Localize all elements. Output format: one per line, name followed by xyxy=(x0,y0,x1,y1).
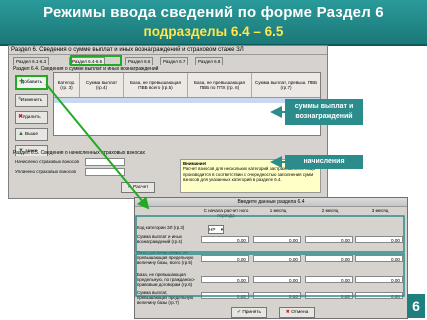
slide-subtitle: подразделы 6.4 – 6.5 xyxy=(143,24,284,39)
column-header-month-1: 1 месяц xyxy=(269,208,287,213)
column-header-base-total: База, не превышающая ПВБ всего (гр.5) xyxy=(124,73,188,97)
category-label: Код категории ЗЛ (гр.3) xyxy=(137,225,185,230)
edit-icon: ✎ xyxy=(18,97,24,103)
slide-title-band: Режимы ввода сведений по форме Раздел 6 … xyxy=(0,0,427,46)
row-label: База, не превышающая предельную, по граж… xyxy=(137,272,196,287)
value-field[interactable]: 0.00 xyxy=(201,255,249,262)
contributions-panel: Начислено страховых взносов Уплачено стр… xyxy=(15,156,155,184)
table-row[interactable] xyxy=(54,98,320,103)
check-icon: ✔ xyxy=(127,185,132,190)
column-header-period-start: С начала расчет ного периода xyxy=(203,208,249,218)
row-label: База для начисления, не превышающая пред… xyxy=(137,250,194,265)
accept-button[interactable]: ✔ Принять xyxy=(231,307,267,318)
row-label: Сумма выплат и иных вознаграждений (гр.4… xyxy=(137,234,183,244)
active-tab-highlight xyxy=(70,55,122,66)
table-header: Категор. (гр. 3) Сумма выплат (гр.4) Баз… xyxy=(54,73,320,98)
accept-button-label: Принять xyxy=(242,310,262,315)
table-row: База, не превышающая предельную, по граж… xyxy=(137,272,405,288)
column-header-category: Категор. (гр. 3) xyxy=(54,73,80,97)
paid-label: Уплачено страховых взносов xyxy=(15,169,76,174)
accrual-callout: начисления xyxy=(285,155,363,169)
column-header-base-gph: База, не превышающая ПВБ по ГПХ (гр. 6) xyxy=(188,73,252,97)
delete-button-label: Удалить xyxy=(22,115,41,120)
value-field[interactable]: 0.00 xyxy=(305,255,353,262)
value-field[interactable]: 0.00 xyxy=(201,236,249,243)
move-up-button[interactable]: ▲ Выше xyxy=(15,128,48,141)
add-button[interactable]: ✚ Добавить xyxy=(15,75,48,90)
value-field[interactable]: 0.00 xyxy=(201,276,249,283)
dialog-title: Введите данные раздела 6.4 xyxy=(135,198,407,207)
accrued-label: Начислено страховых взносов xyxy=(15,159,79,164)
tab-6-1-6-3[interactable]: Раздел 6.1-6.3 xyxy=(13,57,50,65)
value-field[interactable]: 0.00 xyxy=(355,236,403,243)
move-up-button-label: Выше xyxy=(24,132,39,137)
window-title: Раздел 6. Сведения о сумме выплат и иных… xyxy=(9,46,327,55)
tab-6-7[interactable]: Раздел 6.7 xyxy=(160,57,189,65)
close-icon: ✖ xyxy=(285,310,290,315)
accrued-input[interactable] xyxy=(85,158,125,166)
value-field[interactable]: 0.00 xyxy=(355,276,403,283)
calculate-button-label: Расчет xyxy=(133,185,149,190)
check-icon: ✔ xyxy=(236,310,241,315)
side-button-panel: ✚ Добавить ✎ Изменить ✖ Удалить ▲ Выше ▼ Ниже xyxy=(15,75,48,162)
edit-button[interactable]: ✎ Изменить xyxy=(15,94,48,107)
column-header-month-3: 3 месяц xyxy=(371,208,389,213)
delete-icon: ✖ xyxy=(18,114,24,120)
value-field[interactable]: 0.00 xyxy=(305,276,353,283)
paid-input[interactable] xyxy=(85,168,125,176)
plus-icon: ✚ xyxy=(19,79,25,85)
cancel-button-label: Отмена xyxy=(291,310,309,315)
calculate-button[interactable]: ✔ Расчет xyxy=(121,182,155,193)
category-value: НР xyxy=(209,227,216,232)
arrow-up-icon: ▲ xyxy=(18,131,24,137)
payments-callout: суммы выплат и вознаграждений xyxy=(285,99,363,125)
category-row: Код категории ЗЛ (гр.3) xyxy=(137,225,405,233)
column-header-month-2: 2 месяц xyxy=(321,208,339,213)
table-row: База для начисления, не превышающая пред… xyxy=(137,250,405,270)
tab-6-6[interactable]: Раздел 6.6 xyxy=(125,57,154,65)
table-row: Сумма выплат, превышающих предельную вел… xyxy=(137,290,405,305)
value-field[interactable]: 0.00 xyxy=(201,292,249,299)
table-row: Сумма выплат и иных вознаграждений (гр.4… xyxy=(137,234,405,248)
section6-window: Раздел 6. Сведения о сумме выплат и иных… xyxy=(8,45,328,199)
slide-number: 6 xyxy=(407,294,425,318)
payments-table[interactable]: Категор. (гр. 3) Сумма выплат (гр.4) Баз… xyxy=(53,72,321,136)
add-button-label: Добавить xyxy=(20,80,43,85)
value-field[interactable]: 0.00 xyxy=(253,292,301,299)
value-field[interactable]: 0.00 xyxy=(305,292,353,299)
column-header-payments: Сумма выплат (гр.4) xyxy=(80,73,124,97)
tab-6-8[interactable]: Раздел 6.8 xyxy=(195,57,224,65)
value-field[interactable]: 0.00 xyxy=(253,276,301,283)
section-6-4-dialog: Введите данные раздела 6.4 С начала расч… xyxy=(134,197,408,319)
edit-button-label: Изменить xyxy=(20,98,43,103)
value-field[interactable]: 0.00 xyxy=(253,236,301,243)
value-field[interactable]: 0.00 xyxy=(355,292,403,299)
row-label: Сумма выплат, превышающих предельную вел… xyxy=(137,290,194,305)
value-field[interactable]: 0.00 xyxy=(355,255,403,262)
value-field[interactable]: 0.00 xyxy=(305,236,353,243)
chevron-down-icon: ▾ xyxy=(220,227,223,232)
column-header-over-limit: Сумма выплат, превыш. ПВБ (гр.7) xyxy=(254,79,318,91)
category-select[interactable]: НР ▾ xyxy=(208,225,224,234)
value-field[interactable]: 0.00 xyxy=(253,255,301,262)
slide-title: Режимы ввода сведений по форме Раздел 6 xyxy=(43,4,384,21)
delete-button[interactable]: ✖ Удалить xyxy=(15,111,48,124)
cancel-button[interactable]: ✖ Отмена xyxy=(279,307,315,318)
